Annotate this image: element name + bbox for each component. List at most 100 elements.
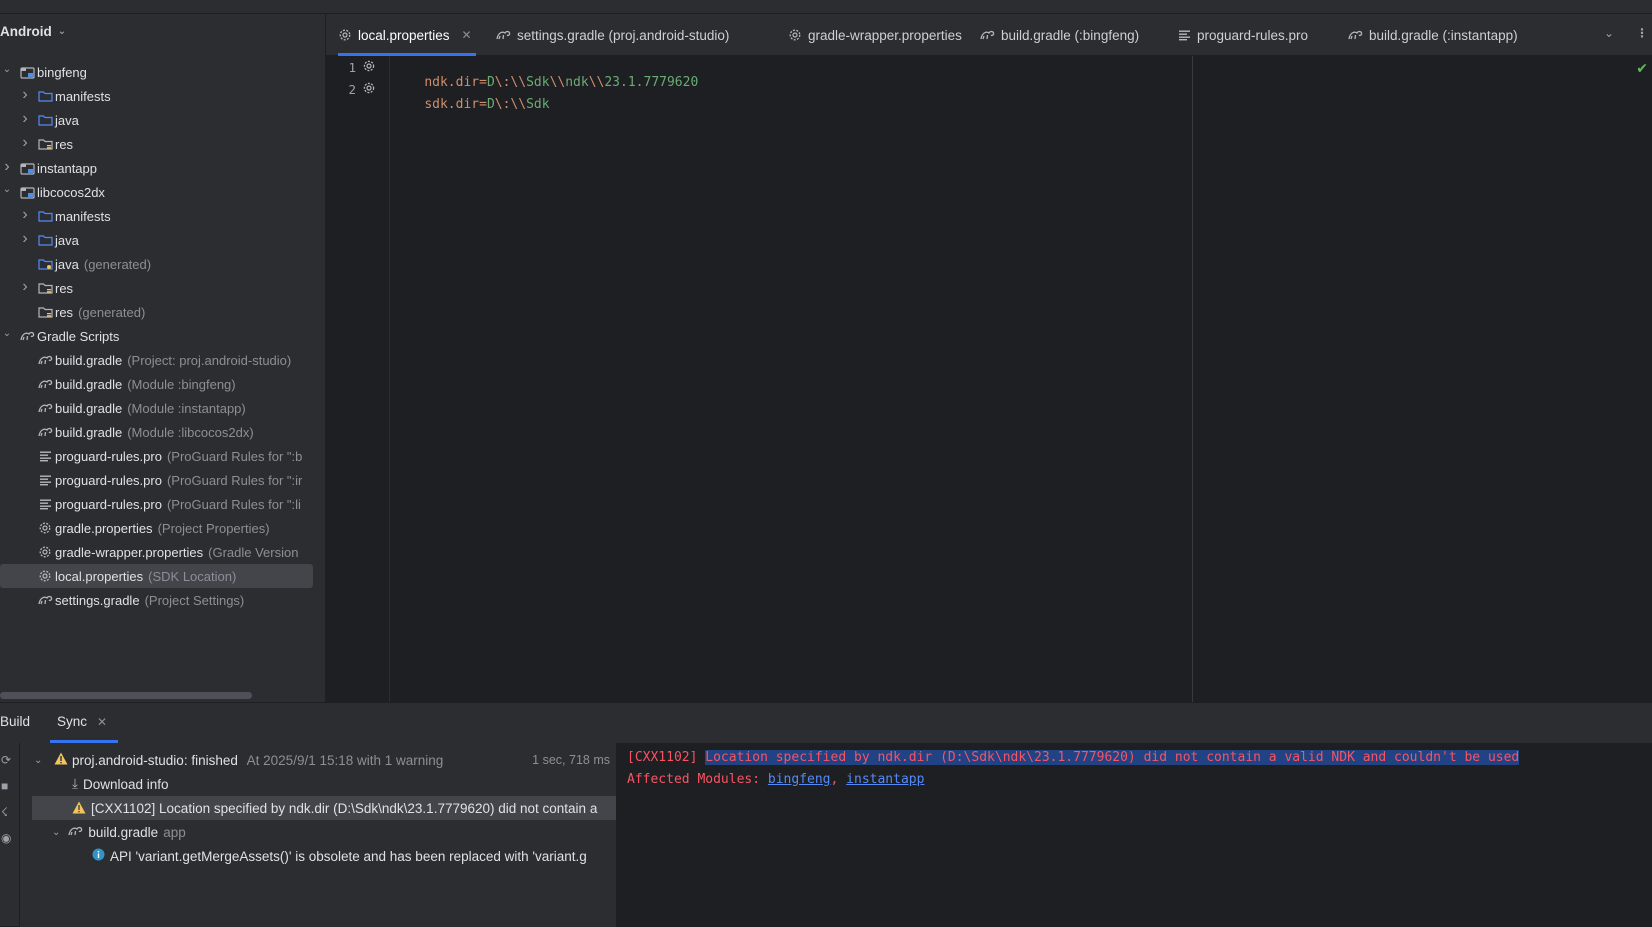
sync-icon[interactable]: ⟳	[1, 753, 11, 767]
tree-item-label: build.gradle	[55, 424, 123, 440]
gradle-icon	[1348, 29, 1363, 41]
warning-row[interactable]: [CXX1102] Location specified by ndk.dir …	[32, 796, 616, 820]
project-view-selector[interactable]: Android ⌄	[0, 14, 325, 48]
chevron-down-icon[interactable]: ⌄	[1, 64, 13, 75]
chevron-right-icon[interactable]: ›	[19, 134, 31, 152]
tree-item[interactable]: java (generated)	[0, 252, 325, 276]
folder-icon	[37, 209, 53, 223]
tree-item[interactable]: › manifests	[0, 84, 325, 108]
tree-item[interactable]: local.properties (SDK Location)	[0, 564, 313, 588]
chevron-down-icon[interactable]: ⌄	[1, 184, 13, 195]
horizontal-scrollbar[interactable]	[0, 692, 252, 699]
tree-item-label: Gradle Scripts	[37, 328, 120, 344]
editor-tab[interactable]: local.properties ✕	[338, 14, 476, 56]
tree-item[interactable]: proguard-rules.pro (ProGuard Rules for ":…	[0, 444, 325, 468]
tree-item[interactable]: build.gradle (Project: proj.android-studi…	[0, 348, 325, 372]
tree-item-label: res	[55, 136, 74, 152]
tree-item[interactable]: ⌄ libcocos2dx	[0, 180, 325, 204]
property-value: 23.1.7779620	[604, 75, 699, 90]
res-folder-icon	[37, 281, 53, 295]
chevron-right-icon[interactable]: ›	[19, 230, 31, 248]
more-vertical-icon[interactable]: ⋮	[1636, 26, 1648, 40]
tree-item-label: local.properties	[55, 568, 144, 584]
settings-gutter-icon[interactable]	[362, 59, 376, 76]
editor-tab-label: proguard-rules.pro	[1197, 27, 1309, 43]
eye-icon[interactable]: ◉	[1, 831, 11, 845]
tree-item-sublabel: (Project: proj.android-studio)	[127, 352, 292, 368]
editor-tab[interactable]: settings.gradle (proj.android-studio)	[496, 14, 729, 56]
tree-item[interactable]: › res	[0, 132, 325, 156]
property-value: ndk	[565, 75, 589, 90]
tree-item-label: bingfeng	[37, 64, 87, 80]
settings-file-icon	[37, 521, 53, 535]
tree-item[interactable]: ⌄ Gradle Scripts	[0, 324, 325, 348]
build-gradle-row[interactable]: ⌄ build.gradle app	[52, 820, 186, 844]
chevron-down-icon[interactable]: ⌄	[52, 827, 60, 838]
module-link-instantapp[interactable]: instantapp	[846, 772, 924, 787]
tree-item[interactable]: build.gradle (Module :instantapp)	[0, 396, 325, 420]
tree-item[interactable]: proguard-rules.pro (ProGuard Rules for ":…	[0, 468, 325, 492]
chevron-right-icon[interactable]: ›	[19, 86, 31, 104]
gradle-icon	[37, 425, 53, 439]
editor-tab[interactable]: build.gradle (:bingfeng)	[980, 14, 1139, 56]
stop-icon[interactable]: ■	[1, 779, 8, 793]
tree-item[interactable]: › java	[0, 108, 325, 132]
tree-item[interactable]: proguard-rules.pro (ProGuard Rules for ":…	[0, 492, 325, 516]
tab-build[interactable]: Build	[0, 714, 30, 729]
tree-item-label: proguard-rules.pro	[55, 448, 162, 464]
tree-item-label: proguard-rules.pro	[55, 496, 162, 512]
tree-item[interactable]: settings.gradle (Project Settings)	[0, 588, 325, 612]
download-info-row[interactable]: ⤓ Download info	[72, 772, 169, 796]
tree-item[interactable]: res (generated)	[0, 300, 325, 324]
tree-item[interactable]: gradle-wrapper.properties (Gradle Version	[0, 540, 325, 564]
tree-item[interactable]: build.gradle (Module :libcocos2dx)	[0, 420, 325, 444]
close-icon[interactable]: ✕	[462, 28, 472, 42]
close-icon[interactable]: ✕	[97, 715, 107, 729]
settings-file-icon	[37, 545, 53, 559]
editor-tab[interactable]: gradle-wrapper.properties	[788, 14, 962, 56]
warning-icon	[72, 801, 86, 817]
gradle-icon	[37, 401, 53, 415]
chevron-right-icon[interactable]: ›	[19, 206, 31, 224]
tree-item[interactable]: › instantapp	[0, 156, 325, 180]
tree-item-sublabel: (generated)	[78, 304, 146, 320]
info-row[interactable]: API 'variant.getMergeAssets()' is obsole…	[92, 844, 587, 868]
chevron-right-icon[interactable]: ›	[1, 158, 13, 176]
tree-item-sublabel: (Gradle Version	[208, 544, 299, 560]
editor-tab[interactable]: build.gradle (:instantapp)	[1348, 14, 1518, 56]
warning-icon	[54, 752, 68, 768]
tree-item[interactable]: build.gradle (Module :bingfeng)	[0, 372, 325, 396]
check-icon[interactable]: ✔	[1636, 60, 1648, 77]
gradle-icon	[496, 29, 511, 41]
info-icon	[92, 848, 105, 864]
property-value: D	[486, 97, 495, 112]
tree-item-label: java	[55, 232, 79, 248]
build-console[interactable]: [CXX1102] Location specified by ndk.dir …	[616, 743, 1652, 927]
chevron-right-icon[interactable]: ›	[19, 110, 31, 128]
tree-item-sublabel: (Module :libcocos2dx)	[127, 424, 254, 440]
tree-item[interactable]: › manifests	[0, 204, 325, 228]
settings-gutter-icon[interactable]	[362, 81, 376, 98]
module-link-bingfeng[interactable]: bingfeng	[768, 772, 831, 787]
tree-item[interactable]: › java	[0, 228, 325, 252]
download-icon: ⤓	[72, 776, 78, 791]
tree-item[interactable]: ⌄ bingfeng	[0, 60, 325, 84]
chevron-down-icon[interactable]: ⌄	[1, 328, 13, 339]
settings-file-icon	[788, 28, 802, 42]
tree-item[interactable]: gradle.properties (Project Properties)	[0, 516, 325, 540]
tree-item-sublabel: (Module :bingfeng)	[127, 376, 236, 392]
tree-item[interactable]: › res	[0, 276, 325, 300]
property-value: Sdk	[526, 97, 550, 112]
build-root-row[interactable]: ⌄ proj.android-studio: finished At 2025/…	[20, 748, 616, 772]
editor-tab[interactable]: proguard-rules.pro	[1178, 14, 1308, 56]
tab-sync[interactable]: Sync ✕	[57, 714, 107, 729]
chevron-right-icon[interactable]: ›	[19, 278, 31, 296]
editor-tab-label: settings.gradle (proj.android-studio)	[517, 27, 730, 43]
chevron-down-icon[interactable]: ⌄	[1604, 26, 1614, 40]
settings-file-icon	[37, 569, 53, 583]
build-gradle-label: build.gradle	[88, 824, 159, 840]
gradle-icon	[37, 593, 53, 607]
pin-icon[interactable]: ☇	[1, 805, 8, 819]
chevron-down-icon[interactable]: ⌄	[34, 755, 42, 766]
code-editor[interactable]: 1 2 ndk.dir=D\:\\Sdk\\ndk\\23.1.7779620 …	[326, 56, 1652, 702]
